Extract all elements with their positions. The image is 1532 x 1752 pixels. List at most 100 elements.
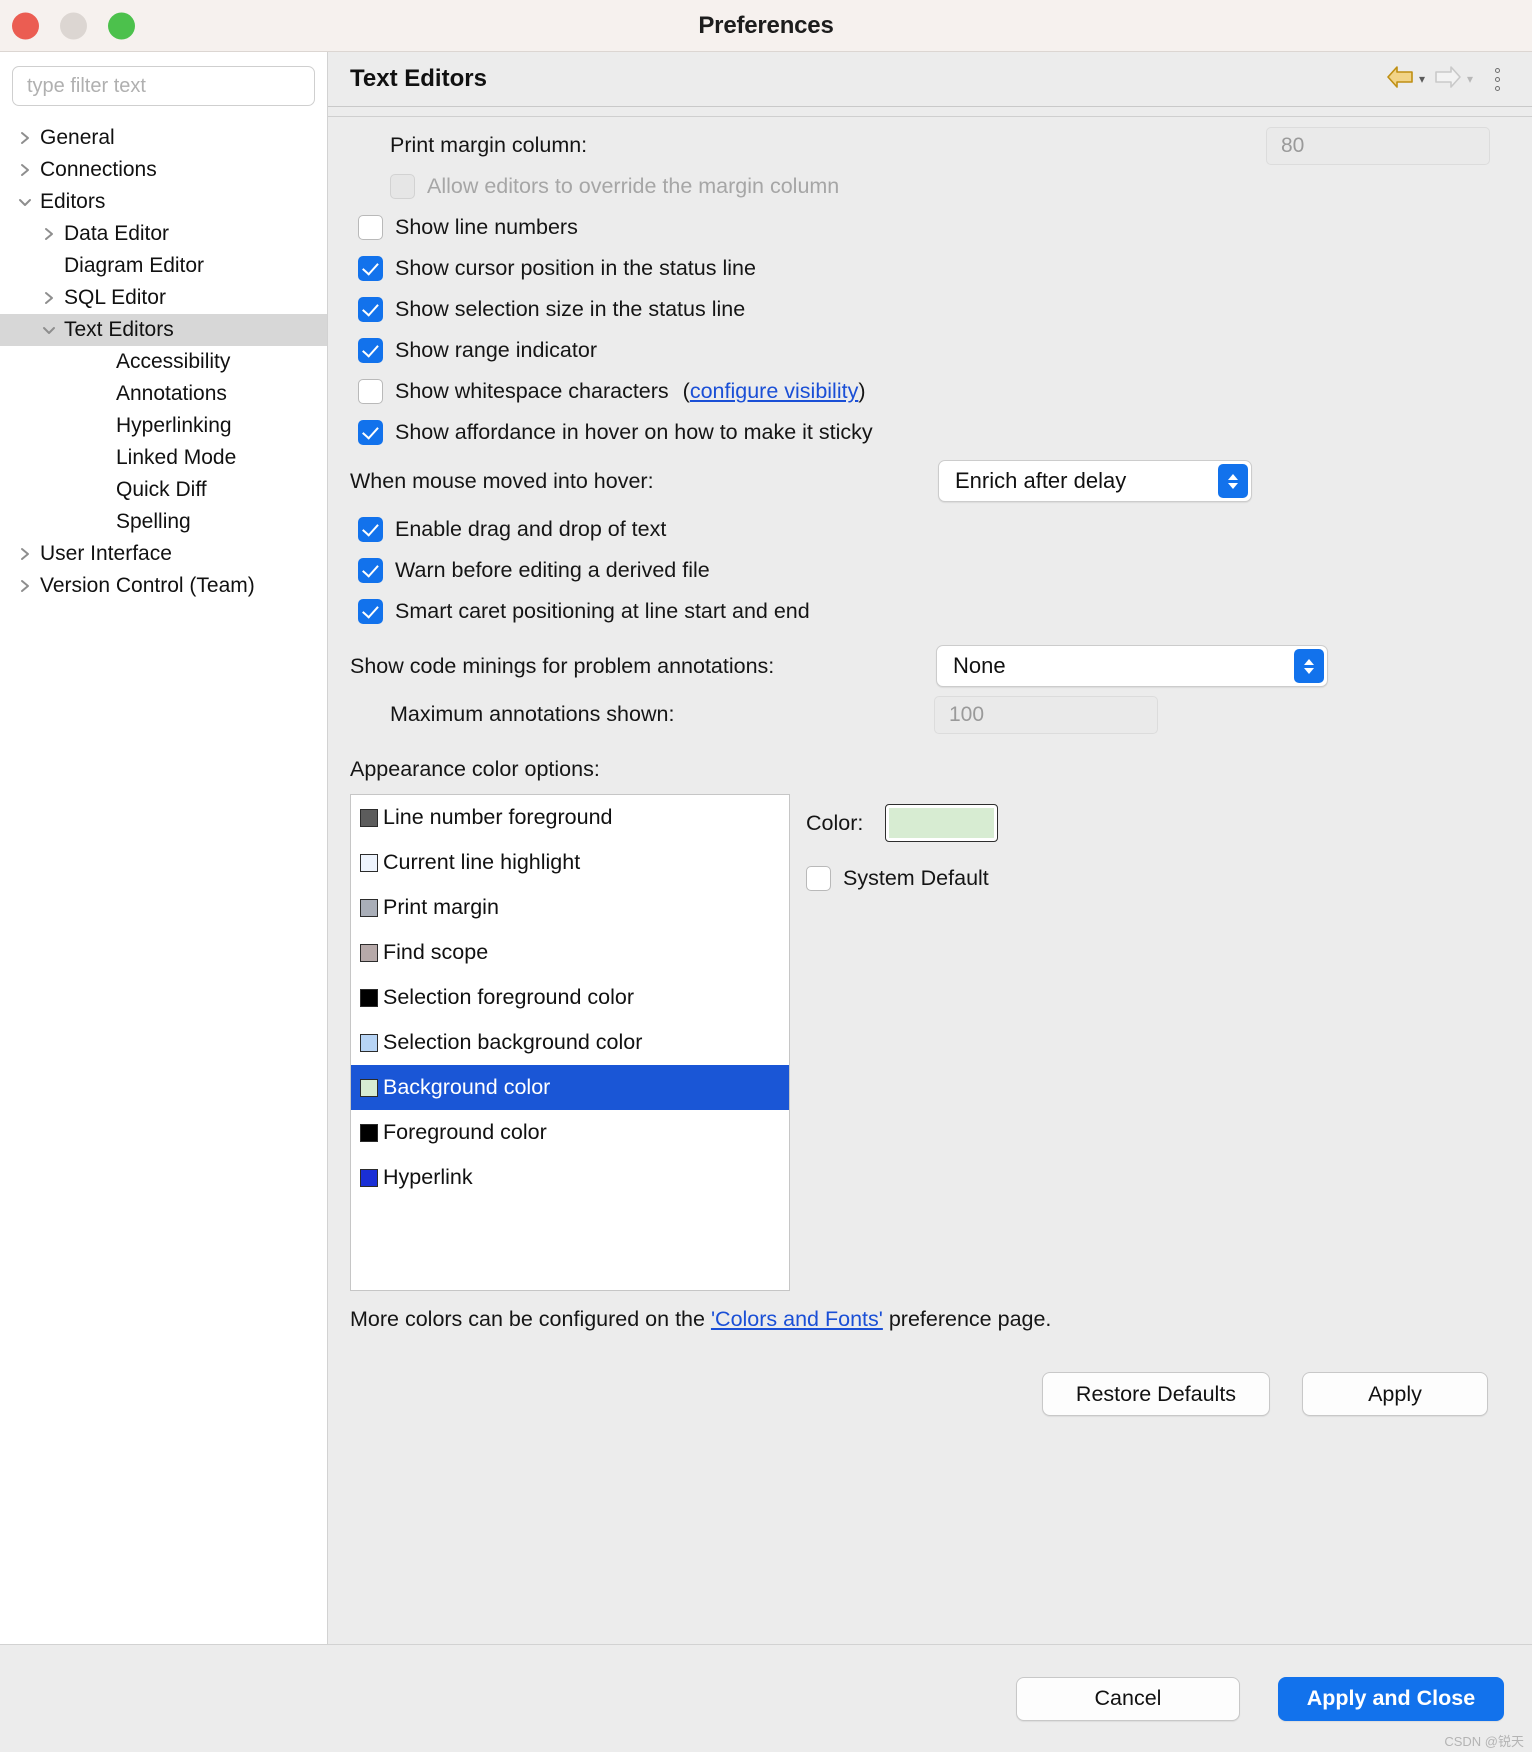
paren-close: ) (858, 379, 866, 403)
sidebar-item-sql-editor[interactable]: SQL Editor (0, 282, 327, 314)
sidebar-item-version-control-team[interactable]: Version Control (Team) (0, 570, 327, 602)
checkbox-show-range-indicator[interactable] (358, 338, 383, 363)
configure-visibility-link[interactable]: configure visibility (690, 379, 858, 403)
sidebar-item-data-editor[interactable]: Data Editor (0, 218, 327, 250)
sidebar-item-spelling[interactable]: Spelling (0, 506, 327, 538)
checkbox-row-show-selection-size-in-the-status-line[interactable]: Show selection size in the status line (358, 289, 1510, 330)
checkbox-row-show-line-numbers[interactable]: Show line numbers (358, 207, 1510, 248)
window-titlebar: Preferences (0, 0, 1532, 52)
color-option-background-color[interactable]: Background color (351, 1065, 789, 1110)
more-options-icon[interactable] (1479, 67, 1512, 91)
minimize-window-button[interactable] (60, 12, 87, 39)
allow-override-checkbox[interactable] (390, 174, 415, 199)
show-affordance-label: Show affordance in hover on how to make … (395, 420, 873, 444)
color-option-label: Selection background color (383, 1030, 643, 1054)
checkbox-show-selection-size-in-the-status-line[interactable] (358, 297, 383, 322)
color-swatch-icon (360, 853, 378, 872)
color-swatch-icon (360, 898, 378, 917)
back-button[interactable]: ▾ (1383, 64, 1427, 95)
color-option-selection-foreground-color[interactable]: Selection foreground color (351, 975, 789, 1020)
checkbox-warn-before-editing-a-derived-file[interactable] (358, 558, 383, 583)
sidebar-item-diagram-editor[interactable]: Diagram Editor (0, 250, 327, 282)
checkbox-row-smart-caret-positioning-at-line-start-and-end[interactable]: Smart caret positioning at line start an… (358, 591, 1510, 632)
close-window-button[interactable] (12, 12, 39, 39)
back-dropdown-caret[interactable]: ▾ (1419, 73, 1425, 85)
chevron-right-icon[interactable] (36, 226, 62, 242)
show-whitespace-checkbox[interactable] (358, 379, 383, 404)
appearance-color-list[interactable]: Line number foreground Current line highl… (350, 794, 790, 1291)
print-margin-label: Print margin column: (390, 133, 588, 157)
chevron-right-icon[interactable] (12, 162, 38, 178)
system-default-row[interactable]: System Default (806, 866, 998, 891)
max-annotations-input[interactable]: 100 (934, 695, 1158, 734)
color-option-current-line-highlight[interactable]: Current line highlight (351, 840, 789, 885)
checkbox-row-warn-before-editing-a-derived-file[interactable]: Warn before editing a derived file (358, 550, 1510, 591)
checkbox-show-cursor-position-in-the-status-line[interactable] (358, 256, 383, 281)
whitespace-row[interactable]: Show whitespace characters (configure vi… (350, 371, 1510, 412)
sidebar-item-linked-mode[interactable]: Linked Mode (0, 442, 327, 474)
color-option-line-number-foreground[interactable]: Line number foreground (351, 795, 789, 840)
color-option-print-margin[interactable]: Print margin (351, 885, 789, 930)
sidebar-item-text-editors[interactable]: Text Editors (0, 314, 327, 346)
forward-button[interactable]: ▾ (1431, 64, 1475, 95)
paren-open: ( (682, 379, 690, 403)
sidebar-item-label: SQL Editor (64, 286, 166, 309)
chevron-right-icon[interactable] (12, 546, 38, 562)
sidebar-item-accessibility[interactable]: Accessibility (0, 346, 327, 378)
checkbox-enable-drag-and-drop-of-text[interactable] (358, 517, 383, 542)
chevron-right-icon[interactable] (36, 290, 62, 306)
allow-override-row[interactable]: Allow editors to override the margin col… (350, 166, 1510, 207)
checkbox-row-show-cursor-position-in-the-status-line[interactable]: Show cursor position in the status line (358, 248, 1510, 289)
chevron-down-icon[interactable] (36, 323, 62, 337)
sidebar-item-label: Data Editor (64, 222, 170, 245)
preferences-tree: General Connections Editors Data Editor Diag… (0, 120, 327, 602)
appearance-heading: Appearance color options: (350, 757, 600, 781)
sidebar-item-quick-diff[interactable]: Quick Diff (0, 474, 327, 506)
dialog-footer: Cancel Apply and Close (0, 1644, 1532, 1752)
zoom-window-button[interactable] (108, 12, 135, 39)
color-option-label: Foreground color (383, 1120, 547, 1144)
checkbox-label: Show range indicator (395, 338, 597, 362)
forward-dropdown-caret[interactable]: ▾ (1467, 73, 1473, 85)
checkbox-label: Show cursor position in the status line (395, 256, 756, 280)
sidebar-item-general[interactable]: General (0, 122, 327, 154)
system-default-checkbox[interactable] (806, 866, 831, 891)
color-option-find-scope[interactable]: Find scope (351, 930, 789, 975)
sidebar-item-label: Connections (40, 158, 157, 181)
page-action-buttons: Restore Defaults Apply (350, 1372, 1510, 1416)
print-margin-input[interactable]: 80 (1266, 126, 1490, 165)
sidebar-item-editors[interactable]: Editors (0, 186, 327, 218)
hover-mode-value: Enrich after delay (955, 468, 1127, 493)
cancel-button[interactable]: Cancel (1016, 1676, 1240, 1721)
chevron-down-icon[interactable] (12, 195, 38, 209)
sidebar-item-user-interface[interactable]: User Interface (0, 538, 327, 570)
color-option-label: Selection foreground color (383, 985, 634, 1009)
chevron-right-icon[interactable] (12, 130, 38, 146)
checkbox-show-line-numbers[interactable] (358, 215, 383, 240)
chevron-right-icon[interactable] (12, 578, 38, 594)
restore-defaults-button[interactable]: Restore Defaults (1042, 1372, 1270, 1416)
checkbox-row-show-range-indicator[interactable]: Show range indicator (358, 330, 1510, 371)
show-affordance-checkbox[interactable] (358, 420, 383, 445)
checkbox-row-enable-drag-and-drop-of-text[interactable]: Enable drag and drop of text (358, 509, 1510, 550)
code-minings-row: Show code minings for problem annotation… (350, 638, 1510, 694)
apply-and-close-button[interactable]: Apply and Close (1278, 1676, 1504, 1721)
sidebar-item-connections[interactable]: Connections (0, 154, 327, 186)
color-option-hyperlink[interactable]: Hyperlink (351, 1155, 789, 1200)
color-well-button[interactable] (885, 804, 999, 842)
checkbox-group-secondary: Enable drag and drop of text Warn before … (350, 509, 1510, 632)
filter-input[interactable] (12, 66, 315, 106)
checkbox-smart-caret-positioning-at-line-start-and-end[interactable] (358, 599, 383, 624)
color-option-label: Hyperlink (383, 1165, 473, 1189)
apply-button[interactable]: Apply (1302, 1372, 1488, 1416)
colors-and-fonts-link[interactable]: 'Colors and Fonts' (711, 1307, 883, 1331)
hover-mode-dropdown[interactable]: Enrich after delay (938, 460, 1252, 502)
color-option-foreground-color[interactable]: Foreground color (351, 1110, 789, 1155)
sidebar-item-annotations[interactable]: Annotations (0, 378, 327, 410)
system-default-label: System Default (843, 866, 989, 890)
sidebar-item-hyperlinking[interactable]: Hyperlinking (0, 410, 327, 442)
code-minings-dropdown[interactable]: None (936, 645, 1328, 687)
color-option-selection-background-color[interactable]: Selection background color (351, 1020, 789, 1065)
color-option-label: Line number foreground (383, 805, 613, 829)
affordance-row[interactable]: Show affordance in hover on how to make … (350, 412, 1510, 453)
